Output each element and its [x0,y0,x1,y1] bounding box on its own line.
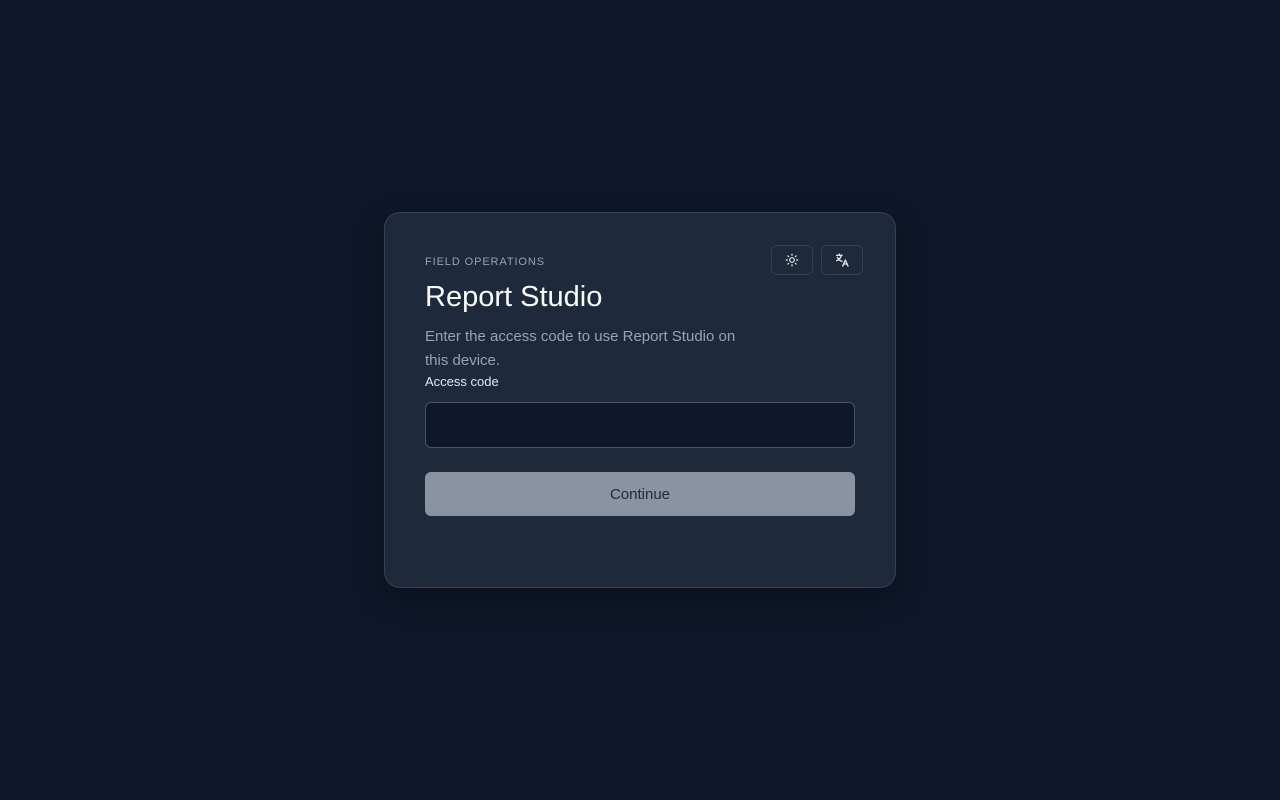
language-button[interactable] [821,245,863,275]
sun-icon [785,253,799,267]
theme-toggle-button[interactable] [771,245,813,275]
page-subtitle: Enter the access code to use Report Stud… [425,328,736,369]
card-toolbar [771,245,863,275]
continue-button[interactable]: Continue [425,472,855,516]
access-code-input[interactable] [425,402,855,448]
page-title: Report Studio [425,281,603,313]
translate-icon [834,252,850,268]
access-code-label: Access code [425,374,499,389]
access-card: FIELD OPERATIONS Report Studio Enter the… [384,212,896,588]
